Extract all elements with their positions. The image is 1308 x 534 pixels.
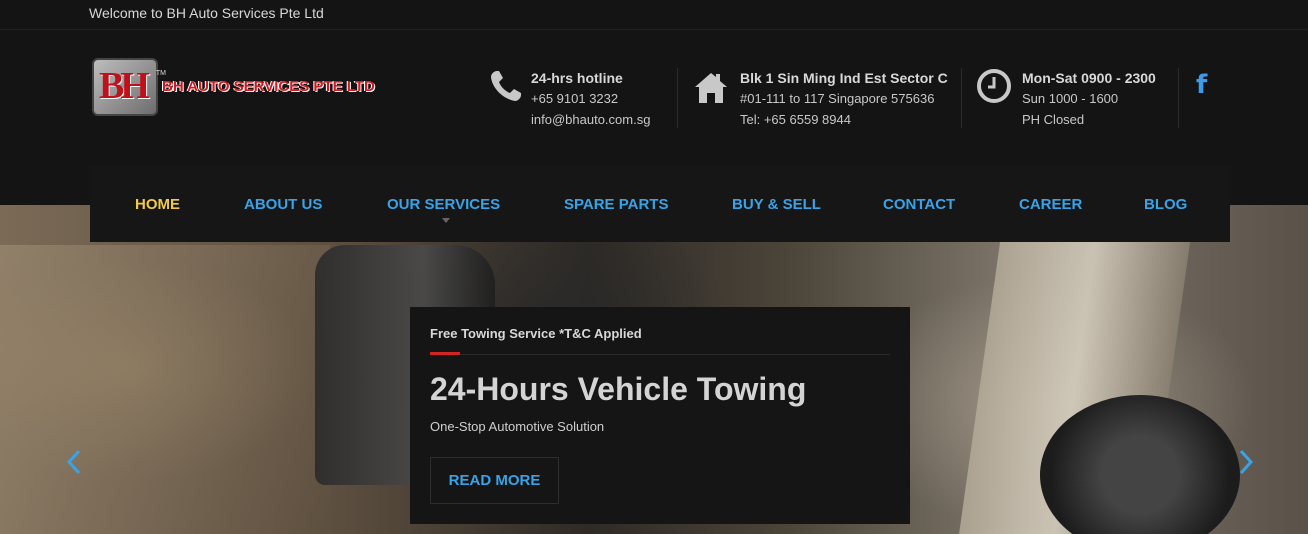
slide-title: 24-Hours Vehicle Towing	[430, 371, 807, 407]
hotline-title: 24-hrs hotline	[531, 70, 623, 86]
nav-item-our-services[interactable]: OUR SERVICES	[387, 196, 500, 213]
home-icon	[695, 73, 727, 103]
address-tel[interactable]: Tel: +65 6559 8944	[740, 109, 948, 130]
divider	[961, 68, 962, 128]
slide-subtitle: Free Towing Service *T&C Applied	[430, 326, 642, 341]
welcome-text: Welcome to BH Auto Services Pte Ltd	[89, 5, 324, 21]
logo-mark: BH	[99, 65, 150, 107]
hours-title: Mon-Sat 0900 - 2300	[1022, 70, 1156, 86]
divider	[460, 354, 890, 355]
nav-item-home[interactable]: HOME	[135, 196, 180, 213]
nav-item-spare-parts[interactable]: SPARE PARTS	[564, 196, 668, 213]
main-nav: HOME ABOUT US OUR SERVICES SPARE PARTS B…	[90, 166, 1230, 242]
nav-item-buy-sell[interactable]: BUY & SELL	[732, 196, 821, 213]
read-more-button[interactable]: READ MORE	[430, 457, 559, 504]
facebook-icon[interactable]: f	[1196, 70, 1207, 100]
hours-block: Mon-Sat 0900 - 2300 Sun 1000 - 1600 PH C…	[976, 68, 1176, 128]
top-bar: Welcome to BH Auto Services Pte Ltd	[0, 0, 1308, 30]
divider	[677, 68, 678, 128]
hours-ph: PH Closed	[1022, 112, 1085, 127]
address-title: Blk 1 Sin Ming Ind Est Sector C	[740, 70, 948, 86]
slide-description: One-Stop Automotive Solution	[430, 419, 605, 434]
prev-slide-arrow-icon[interactable]	[64, 448, 84, 476]
hotline-phone[interactable]: +65 9101 3232	[531, 88, 650, 109]
logo-badge: BH TM	[92, 58, 166, 116]
hero-road	[0, 245, 330, 534]
accent-line	[430, 352, 460, 355]
nav-item-contact[interactable]: CONTACT	[883, 196, 955, 213]
next-slide-arrow-icon[interactable]	[1236, 448, 1256, 476]
trademark-mark: TM	[155, 70, 166, 77]
site-logo[interactable]: BH TM BH AUTO SERVICES PTE LTD	[92, 58, 382, 118]
clock-icon	[977, 69, 1011, 103]
slide-caption: Free Towing Service *T&C Applied 24-Hour…	[410, 307, 910, 524]
hotline-block: 24-hrs hotline +65 9101 3232 info@bhauto…	[488, 68, 668, 128]
divider	[1178, 68, 1179, 128]
logo-text: BH AUTO SERVICES PTE LTD	[162, 78, 375, 95]
hotline-email[interactable]: info@bhauto.com.sg	[531, 109, 650, 130]
nav-item-about-us[interactable]: ABOUT US	[244, 196, 322, 213]
address-block: Blk 1 Sin Ming Ind Est Sector C #01-111 …	[693, 68, 958, 128]
hours-sunday: Sun 1000 - 1600	[1022, 91, 1119, 106]
dropdown-caret-icon	[442, 218, 450, 223]
nav-item-blog[interactable]: BLOG	[1144, 196, 1187, 213]
address-line: #01-111 to 117 Singapore 575636	[740, 91, 935, 106]
phone-icon	[491, 71, 521, 101]
nav-item-career[interactable]: CAREER	[1019, 196, 1082, 213]
